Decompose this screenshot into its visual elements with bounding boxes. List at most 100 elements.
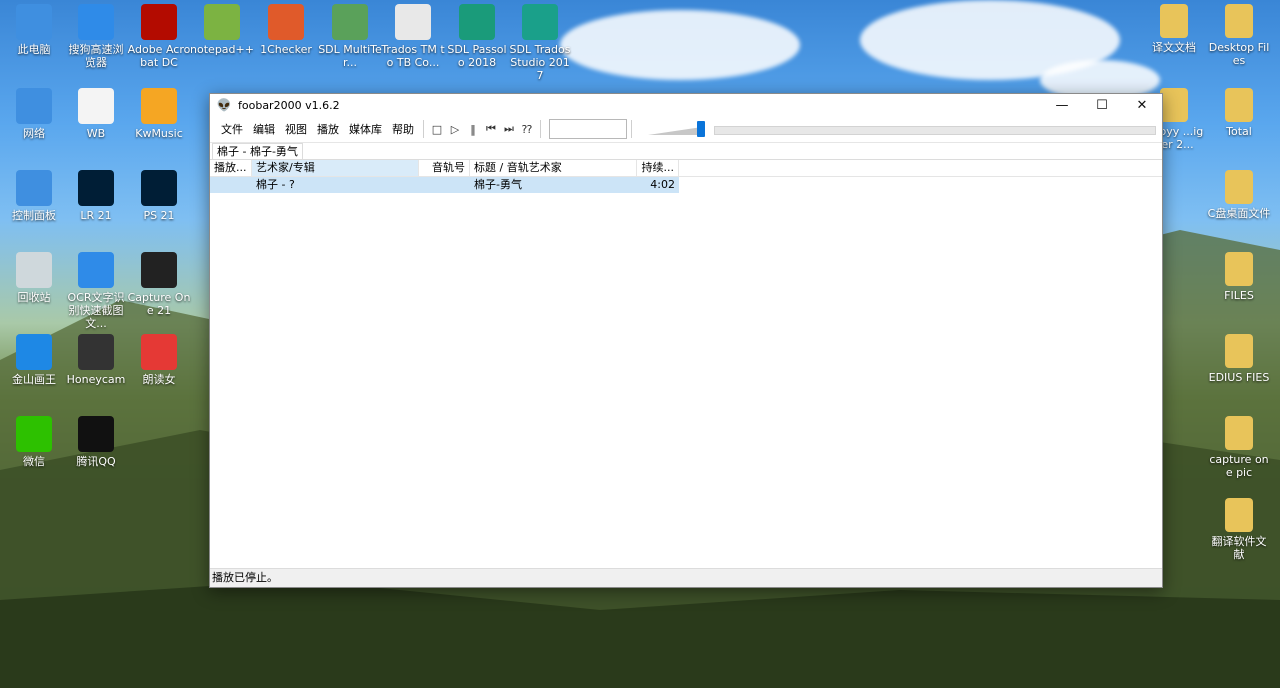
column-artist-album[interactable]: 艺术家/专辑 bbox=[252, 160, 419, 176]
menu-playback[interactable]: 播放 bbox=[312, 121, 344, 137]
desktop-icon[interactable]: EDIUS FIES bbox=[1207, 334, 1271, 384]
qq-icon bbox=[78, 416, 114, 452]
previous-icon[interactable]: ⏮ bbox=[483, 121, 499, 137]
menu-view[interactable]: 视图 bbox=[280, 121, 312, 137]
column-title[interactable]: 标题 / 音轨艺术家 bbox=[470, 160, 637, 176]
desktop-icon-label: FILES bbox=[1224, 289, 1254, 302]
trados-icon bbox=[522, 4, 558, 40]
desktop-icon[interactable]: KwMusic bbox=[127, 88, 191, 140]
folder-icon bbox=[1225, 170, 1253, 204]
volume-knob[interactable] bbox=[697, 121, 705, 137]
playback-order-box[interactable] bbox=[549, 119, 627, 139]
desktop-icon-label: 回收站 bbox=[17, 291, 51, 304]
desktop-icon[interactable]: SDL MultiTer... bbox=[318, 4, 382, 69]
multiterm-icon bbox=[332, 4, 368, 40]
folder-icon bbox=[1225, 334, 1253, 368]
desktop-icon[interactable]: 金山画王 bbox=[2, 334, 66, 386]
desktop-icon[interactable]: Capture One 21 bbox=[127, 252, 191, 317]
column-duration[interactable]: 持续... bbox=[637, 160, 679, 176]
cell-duration: 4:02 bbox=[650, 178, 675, 191]
passolo-icon bbox=[459, 4, 495, 40]
seek-bar[interactable] bbox=[714, 126, 1156, 135]
desktop-icon[interactable]: 网络 bbox=[2, 88, 66, 140]
desktop-icon[interactable]: 腾讯QQ bbox=[64, 416, 128, 468]
desktop-icon-label: Trados TM to TB Co... bbox=[381, 43, 445, 69]
capture-one-icon bbox=[141, 252, 177, 288]
desktop-icon[interactable]: Total bbox=[1207, 88, 1271, 138]
desktop-icon[interactable]: 回收站 bbox=[2, 252, 66, 304]
desktop-icon[interactable]: 翻译软件文献 bbox=[1207, 498, 1271, 561]
desktop-icon[interactable]: 译文文档 bbox=[1142, 4, 1206, 54]
play-icon[interactable]: ▷ bbox=[447, 121, 463, 137]
stop-icon[interactable]: □ bbox=[429, 121, 445, 137]
desktop-icon[interactable]: 微信 bbox=[2, 416, 66, 468]
desktop-icon[interactable]: FILES bbox=[1207, 252, 1271, 302]
desktop-icon[interactable]: 控制面板 bbox=[2, 170, 66, 222]
desktop-icon-label: 控制面板 bbox=[12, 209, 56, 222]
desktop-icon-label: capture one pic bbox=[1209, 453, 1269, 479]
desktop-icon-label: SDL MultiTer... bbox=[318, 43, 382, 69]
playlist-tab[interactable]: 棉子 - 棉子-勇气 bbox=[212, 143, 303, 159]
status-bar: 播放已停止。 bbox=[210, 568, 1162, 587]
ocr-icon bbox=[78, 252, 114, 288]
volume-slider[interactable] bbox=[648, 120, 710, 138]
desktop-icon-label: KwMusic bbox=[135, 127, 183, 140]
desktop-icon[interactable]: 此电脑 bbox=[2, 4, 66, 56]
desktop-icon-label: 1Checker bbox=[260, 43, 312, 56]
kingsoft-icon bbox=[16, 334, 52, 370]
desktop-icon[interactable]: WB bbox=[64, 88, 128, 140]
cell-title: 棉子-勇气 bbox=[474, 178, 522, 191]
desktop-icon-label: 网络 bbox=[23, 127, 45, 140]
pause-icon[interactable]: ‖ bbox=[465, 121, 481, 137]
desktop-icon[interactable]: notepad++ bbox=[190, 4, 254, 56]
minimize-button[interactable]: — bbox=[1042, 94, 1082, 116]
checker-icon bbox=[268, 4, 304, 40]
notepadpp-icon bbox=[204, 4, 240, 40]
next-icon[interactable]: ⏭ bbox=[501, 121, 517, 137]
menu-bar: 文件 编辑 视图 播放 媒体库 帮助 bbox=[216, 121, 419, 137]
title-bar[interactable]: 👽 foobar2000 v1.6.2 — ☐ ✕ bbox=[210, 94, 1162, 116]
menu-help[interactable]: 帮助 bbox=[387, 121, 419, 137]
desktop-icon[interactable]: SDL Passolo 2018 bbox=[445, 4, 509, 69]
playlist-header: 播放... 艺术家/专辑 音轨号 标题 / 音轨艺术家 持续... bbox=[210, 160, 1162, 177]
window-controls: — ☐ ✕ bbox=[1042, 94, 1162, 116]
desktop-icon-label: 译文文档 bbox=[1152, 41, 1196, 54]
menu-file[interactable]: 文件 bbox=[216, 121, 248, 137]
column-track[interactable]: 音轨号 bbox=[419, 160, 470, 176]
column-playing[interactable]: 播放... bbox=[210, 160, 252, 176]
sogou-browser-icon bbox=[78, 4, 114, 40]
maximize-button[interactable]: ☐ bbox=[1082, 94, 1122, 116]
menu-edit[interactable]: 编辑 bbox=[248, 121, 280, 137]
folder-icon bbox=[1225, 416, 1253, 450]
menu-library[interactable]: 媒体库 bbox=[344, 121, 387, 137]
desktop-icon[interactable]: 搜狗高速浏览器 bbox=[64, 4, 128, 69]
abbyy-icon bbox=[1160, 88, 1188, 122]
desktop-icon-label: OCR文字识别快速截图文... bbox=[67, 291, 125, 330]
desktop-icon[interactable]: PS 21 bbox=[127, 170, 191, 222]
desktop-icon-label: Adobe Acrobat DC bbox=[127, 43, 191, 69]
desktop-icon[interactable]: Desktop Files bbox=[1207, 4, 1271, 67]
desktop-icon-label: notepad++ bbox=[190, 43, 254, 56]
table-row[interactable]: 棉子 - ? 棉子-勇气 4:02 bbox=[210, 177, 679, 193]
desktop-icon[interactable]: Trados TM to TB Co... bbox=[381, 4, 445, 69]
desktop-icon[interactable]: capture one pic bbox=[1207, 416, 1271, 479]
alien-icon: 👽 bbox=[216, 98, 232, 112]
desktop-icon-label: EDIUS FIES bbox=[1208, 371, 1270, 384]
desktop-icon[interactable]: C盘桌面文件 bbox=[1207, 170, 1271, 220]
playlist-tabs: 棉子 - 棉子-勇气 bbox=[210, 143, 1162, 160]
cell-track bbox=[419, 177, 470, 193]
desktop-icon[interactable]: LR 21 bbox=[64, 170, 128, 222]
desktop-icon-label: 翻译软件文献 bbox=[1211, 535, 1267, 561]
desktop-icon[interactable]: SDL Trados Studio 2017 bbox=[508, 4, 572, 82]
random-icon[interactable]: ⁇ bbox=[519, 121, 535, 137]
desktop-icon[interactable]: Honeycam bbox=[64, 334, 128, 386]
playlist-view[interactable]: 播放... 艺术家/专辑 音轨号 标题 / 音轨艺术家 持续... 棉子 - ?… bbox=[210, 160, 1162, 569]
desktop-icon-label: C盘桌面文件 bbox=[1207, 207, 1271, 220]
desktop-icon[interactable]: OCR文字识别快速截图文... bbox=[64, 252, 128, 330]
desktop-icon[interactable]: Adobe Acrobat DC bbox=[127, 4, 191, 69]
folder-icon bbox=[1225, 498, 1253, 532]
desktop-icon[interactable]: 朗读女 bbox=[127, 334, 191, 386]
desktop-icon[interactable]: 1Checker bbox=[254, 4, 318, 56]
close-button[interactable]: ✕ bbox=[1122, 94, 1162, 116]
toolbar-divider bbox=[631, 120, 632, 138]
